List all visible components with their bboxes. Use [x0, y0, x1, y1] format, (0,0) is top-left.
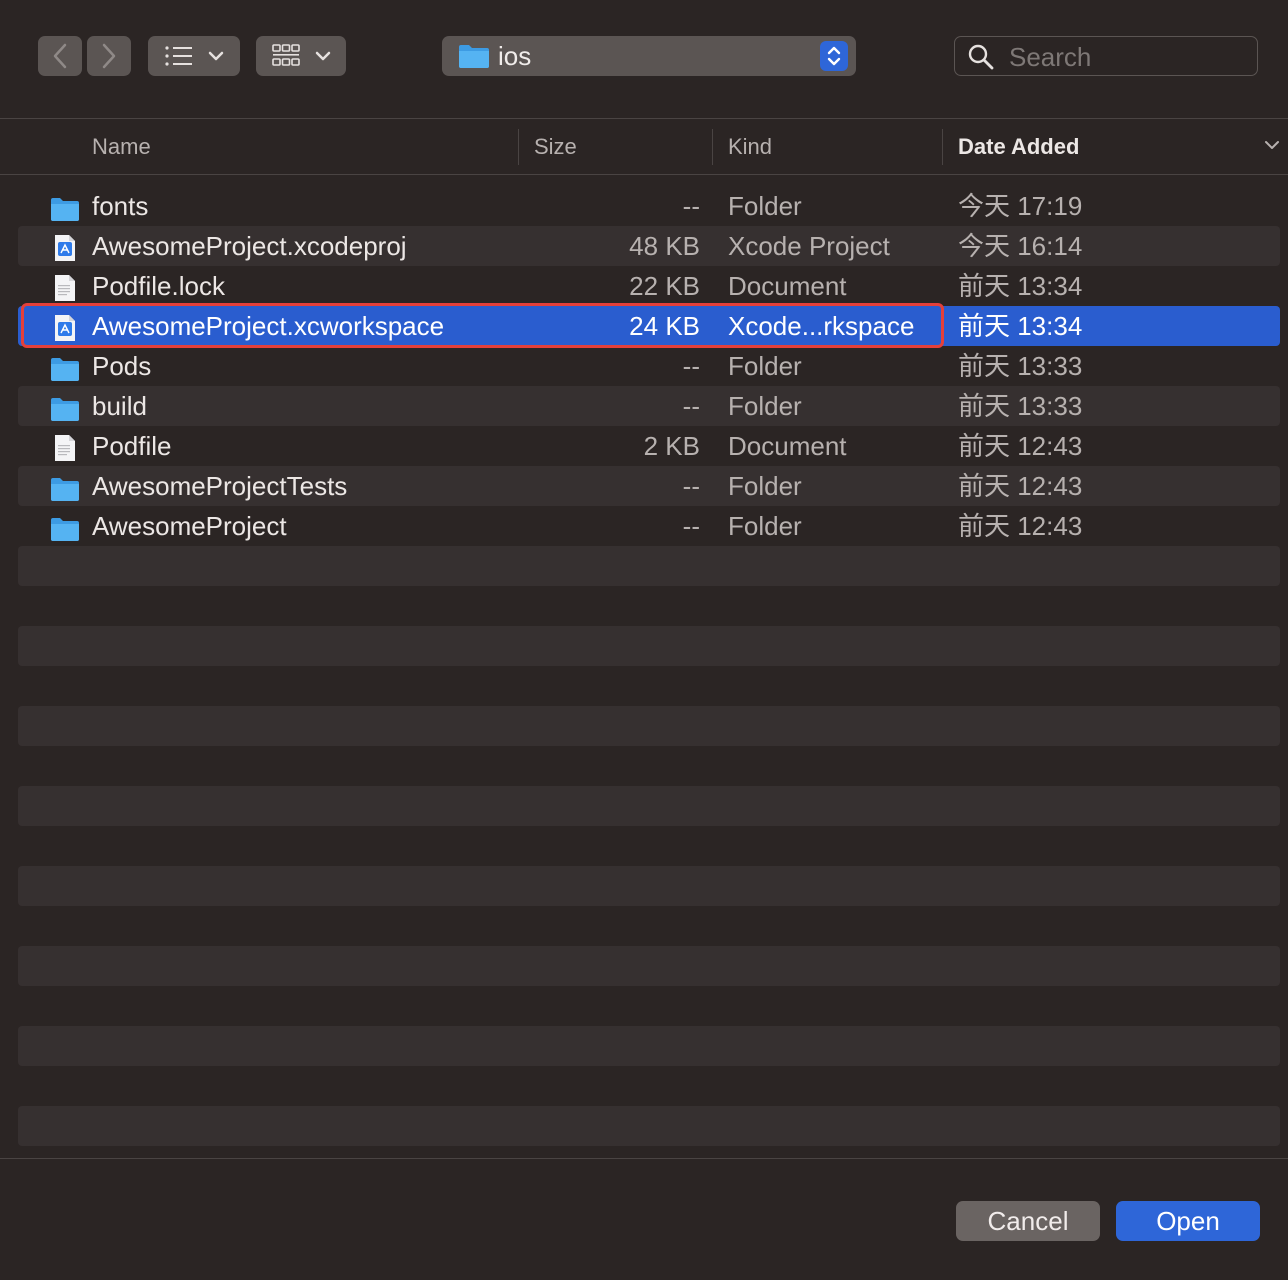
column-header-date-added[interactable]: Date Added — [958, 119, 1079, 174]
file-name: AwesomeProject — [92, 511, 287, 541]
file-date-added: 前天 12:43 — [958, 431, 1083, 461]
folder-icon — [459, 45, 489, 68]
file-row[interactable]: fonts -- Folder 今天 17:19 — [18, 186, 1280, 226]
file-date-added: 前天 13:33 — [958, 351, 1083, 381]
empty-row — [18, 786, 1280, 826]
empty-row — [18, 706, 1280, 746]
file-size: -- — [682, 391, 700, 421]
file-date-added: 前天 13:33 — [958, 391, 1083, 421]
file-kind: Folder — [728, 191, 802, 221]
search-input[interactable] — [1007, 41, 1251, 73]
file-name: fonts — [92, 191, 149, 221]
file-kind: Xcode Project — [728, 231, 890, 261]
empty-row — [18, 906, 1280, 946]
file-date-added: 今天 16:14 — [958, 231, 1083, 261]
file-size: -- — [682, 351, 700, 381]
file-size: -- — [682, 511, 700, 541]
column-header-kind[interactable]: Kind — [728, 119, 772, 174]
search-icon — [968, 44, 994, 70]
cancel-button[interactable]: Cancel — [956, 1201, 1100, 1241]
path-popup[interactable]: ios — [442, 36, 856, 76]
path-stepper[interactable] — [820, 41, 848, 71]
file-date-added: 前天 12:43 — [958, 471, 1083, 501]
empty-row — [18, 626, 1280, 666]
forward-button[interactable] — [87, 36, 131, 76]
empty-row — [18, 866, 1280, 906]
file-row[interactable]: AwesomeProject -- Folder 前天 12:43 — [18, 506, 1280, 546]
empty-row — [18, 826, 1280, 866]
file-row[interactable]: AwesomeProject.xcworkspace 24 KB Xcode...r… — [18, 306, 1280, 346]
empty-row — [18, 1106, 1280, 1146]
file-size: 24 KB — [629, 311, 700, 341]
empty-row — [18, 1026, 1280, 1066]
column-header-size[interactable]: Size — [534, 119, 577, 174]
column-divider[interactable] — [712, 129, 713, 165]
file-size: 2 KB — [643, 431, 700, 461]
file-size: -- — [682, 191, 700, 221]
empty-row — [18, 986, 1280, 1026]
column-header: Name Size Kind Date Added — [0, 118, 1288, 175]
column-divider[interactable] — [942, 129, 943, 165]
list-view-button[interactable] — [148, 36, 240, 76]
file-name: AwesomeProject.xcworkspace — [92, 311, 445, 341]
file-name: Podfile.lock — [92, 271, 225, 301]
file-name: Podfile — [92, 431, 172, 461]
file-date-added: 前天 13:34 — [958, 271, 1083, 301]
file-size: 22 KB — [629, 271, 700, 301]
file-row[interactable]: Podfile.lock 22 KB Document 前天 13:34 — [18, 266, 1280, 306]
file-name: AwesomeProject.xcodeproj — [92, 231, 407, 261]
file-row[interactable]: Podfile 2 KB Document 前天 12:43 — [18, 426, 1280, 466]
file-date-added: 前天 12:43 — [958, 511, 1083, 541]
sort-descending-icon[interactable] — [1264, 139, 1280, 151]
file-size: 48 KB — [629, 231, 700, 261]
file-kind: Folder — [728, 391, 802, 421]
file-name: AwesomeProjectTests — [92, 471, 348, 501]
column-divider[interactable] — [518, 129, 519, 165]
file-kind: Folder — [728, 471, 802, 501]
grid-view-icon — [272, 44, 300, 66]
file-name: Pods — [92, 351, 152, 381]
empty-row — [18, 946, 1280, 986]
empty-row — [18, 586, 1280, 626]
file-row[interactable]: AwesomeProject.xcodeproj 48 KB Xcode Proje… — [18, 226, 1280, 266]
file-kind: Xcode...rkspace — [728, 311, 915, 341]
up-down-chevron-icon — [827, 46, 841, 66]
dialog-footer: Cancel Open — [0, 1158, 1288, 1280]
chevron-down-icon — [208, 51, 224, 61]
search-field[interactable] — [954, 36, 1258, 76]
back-button[interactable] — [38, 36, 82, 76]
open-button[interactable]: Open — [1116, 1201, 1260, 1241]
file-size: -- — [682, 471, 700, 501]
file-date-added: 前天 13:34 — [958, 311, 1083, 341]
file-row[interactable]: Pods -- Folder 前天 13:33 — [18, 346, 1280, 386]
file-kind: Document — [728, 431, 847, 461]
empty-row — [18, 1066, 1280, 1106]
chevron-left-icon — [53, 43, 67, 69]
chevron-down-icon — [315, 51, 331, 61]
empty-row — [18, 546, 1280, 586]
chevron-right-icon — [102, 43, 116, 69]
empty-row — [18, 746, 1280, 786]
file-name: build — [92, 391, 147, 421]
list-view-icon — [165, 46, 192, 66]
file-list: fonts -- Folder 今天 17:19 AwesomeProject.xcod… — [18, 186, 1280, 1146]
path-label: ios — [498, 41, 532, 71]
file-row[interactable]: build -- Folder 前天 13:33 — [18, 386, 1280, 426]
empty-row — [18, 666, 1280, 706]
file-date-added: 今天 17:19 — [958, 191, 1083, 221]
file-kind: Document — [728, 271, 847, 301]
file-row[interactable]: AwesomeProjectTests -- Folder 前天 12:43 — [18, 466, 1280, 506]
file-kind: Folder — [728, 351, 802, 381]
grid-view-button[interactable] — [256, 36, 346, 76]
column-header-name[interactable]: Name — [92, 119, 151, 174]
file-kind: Folder — [728, 511, 802, 541]
toolbar: ios — [0, 0, 1288, 118]
